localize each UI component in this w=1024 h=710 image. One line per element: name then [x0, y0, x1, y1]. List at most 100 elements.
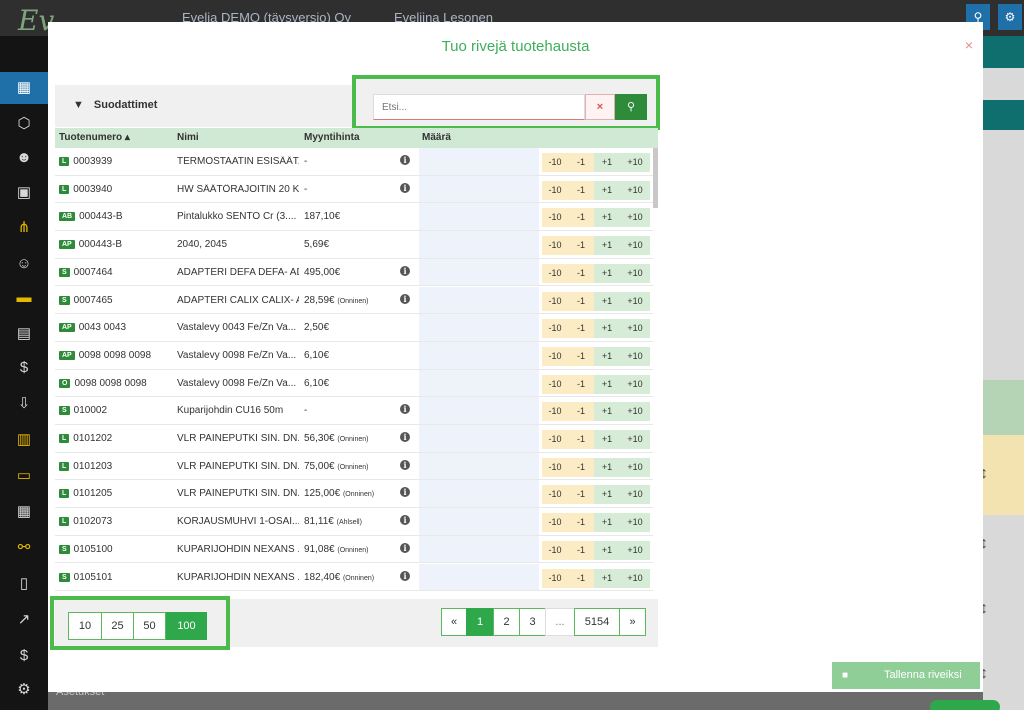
hand-dollar-icon[interactable]: $ — [14, 358, 34, 378]
plus-10-button[interactable]: +10 — [620, 208, 650, 228]
toolbox-icon[interactable]: ▬ — [14, 288, 34, 308]
sitemap-icon[interactable]: ⋔ — [14, 218, 34, 238]
minus-1-button[interactable]: -1 — [568, 346, 594, 366]
search-input[interactable] — [373, 94, 585, 120]
quantity-field[interactable] — [419, 175, 539, 203]
plus-1-button[interactable]: +1 — [594, 236, 620, 256]
column-header-name[interactable]: Nimi — [177, 132, 199, 143]
info-icon[interactable]: i — [400, 265, 410, 276]
pagination-page-1[interactable]: 1 — [466, 608, 494, 636]
column-header-quantity[interactable]: Määrä — [422, 132, 451, 143]
gear-icon[interactable]: ⚙ — [998, 4, 1022, 30]
info-icon[interactable]: i — [400, 487, 410, 498]
minus-10-button[interactable]: -10 — [542, 568, 568, 588]
plus-10-button[interactable]: +10 — [620, 263, 650, 283]
minus-10-button[interactable]: -10 — [542, 153, 568, 172]
minus-10-button[interactable]: -10 — [542, 291, 568, 311]
calendar-icon[interactable]: ▦ — [14, 502, 34, 522]
quantity-field[interactable] — [419, 341, 539, 369]
plus-1-button[interactable]: +1 — [594, 374, 620, 394]
filters-toggle[interactable]: ▼ Suodattimet — [73, 99, 157, 111]
dollar-icon[interactable]: $ — [14, 646, 34, 666]
minus-1-button[interactable]: -1 — [568, 263, 594, 283]
pagination-page-2[interactable]: 2 — [493, 608, 520, 636]
minus-10-button[interactable]: -10 — [542, 457, 568, 477]
info-icon[interactable]: i — [400, 432, 410, 442]
pagination-page-3[interactable]: 3 — [519, 608, 546, 636]
table-row[interactable]: S 0105100 KUPARIJOHDIN NEXANS ... 91,08€ (O… — [55, 535, 658, 564]
info-icon[interactable]: i — [400, 182, 410, 193]
cash-register-icon[interactable]: ▭ — [14, 466, 34, 486]
plus-10-button[interactable]: +10 — [620, 457, 650, 477]
table-row[interactable]: L 0102073 KORJAUSMUHVI 1-OSAI... 81,11€ (Ah… — [55, 508, 658, 536]
page-size-10[interactable]: 10 — [68, 612, 102, 640]
pagination-last-page[interactable]: 5154 — [574, 608, 620, 636]
hand-receive-icon[interactable]: ⇩ — [14, 394, 34, 414]
quantity-field[interactable] — [419, 203, 539, 231]
minus-10-button[interactable]: -10 — [542, 319, 568, 339]
invoice-icon[interactable]: ▤ — [14, 324, 34, 344]
file-icon[interactable]: ▯ — [14, 574, 34, 594]
table-row[interactable]: S0007465 ADAPTERI CALIX CALIX- AD... 28,59… — [55, 286, 658, 315]
plus-10-button[interactable]: +10 — [620, 346, 650, 366]
table-row[interactable]: L 0101203 VLR PAINEPUTKI SIN. DN... 75,00€ … — [55, 452, 658, 481]
quantity-field[interactable] — [419, 563, 539, 591]
table-row[interactable]: AB 000443-B Pintalukko SENTO Cr (3.... 187,… — [55, 203, 658, 232]
minus-1-button[interactable]: -1 — [568, 374, 594, 394]
plus-1-button[interactable]: +1 — [594, 346, 620, 366]
info-icon[interactable]: i — [400, 404, 410, 415]
quantity-field[interactable] — [419, 314, 539, 341]
column-header-code[interactable]: Tuotenumero ▴ — [59, 132, 130, 143]
plus-1-button[interactable]: +1 — [594, 513, 620, 533]
minus-10-button[interactable]: -10 — [542, 402, 568, 422]
plus-10-button[interactable]: +10 — [620, 319, 650, 339]
table-row[interactable]: S 0105101 KUPARIJOHDIN NEXANS ... 182,40€ (… — [55, 563, 658, 592]
minus-10-button[interactable]: -10 — [542, 513, 568, 533]
minus-1-button[interactable]: -1 — [568, 540, 594, 560]
table-scrollbar[interactable] — [653, 148, 658, 598]
pagination-prev[interactable]: « — [441, 608, 467, 636]
plus-1-button[interactable]: +1 — [594, 208, 620, 228]
table-row[interactable]: S 010002 Kuparijohdin CU16 50m - i -10 -1 +1 +10 — [55, 397, 658, 425]
info-icon[interactable]: i — [400, 542, 410, 553]
quantity-field[interactable] — [419, 286, 539, 314]
minus-10-button[interactable]: -10 — [542, 430, 568, 449]
table-row[interactable]: L 0003940 HW SÄÄTÖRAJOITIN 20 K... - i -10 -1 +… — [55, 175, 658, 204]
minus-10-button[interactable]: -10 — [542, 236, 568, 256]
plus-1-button[interactable]: +1 — [594, 180, 620, 200]
table-row[interactable]: AP 0043 0043 Vastalevy 0043 Fe/Zn Va... 2,5… — [55, 314, 658, 342]
plus-10-button[interactable]: +10 — [620, 540, 650, 560]
table-row[interactable]: O 0098 0098 0098 Vastalevy 0098 Fe/Zn Va..… — [55, 369, 658, 398]
scrollbar-thumb[interactable] — [653, 148, 658, 208]
minus-1-button[interactable]: -1 — [568, 430, 594, 449]
plus-1-button[interactable]: +1 — [594, 540, 620, 560]
plus-1-button[interactable]: +1 — [594, 291, 620, 311]
minus-10-button[interactable]: -10 — [542, 485, 568, 505]
plus-10-button[interactable]: +10 — [620, 430, 650, 449]
plus-1-button[interactable]: +1 — [594, 568, 620, 588]
page-size-25[interactable]: 25 — [101, 612, 134, 640]
plus-10-button[interactable]: +10 — [620, 236, 650, 256]
table-row[interactable]: L 0101202 VLR PAINEPUTKI SIN. DN... 56,30€ … — [55, 425, 658, 453]
table-row[interactable]: L 0003939 TERMOSTAATIN ESISÄÄT... - i -10 -1 +1… — [55, 148, 658, 176]
minus-1-button[interactable]: -1 — [568, 485, 594, 505]
plus-10-button[interactable]: +10 — [620, 180, 650, 200]
plus-10-button[interactable]: +10 — [620, 485, 650, 505]
quantity-field[interactable] — [419, 508, 539, 535]
minus-1-button[interactable]: -1 — [568, 180, 594, 200]
minus-1-button[interactable]: -1 — [568, 513, 594, 533]
cubes-icon[interactable]: ⬡ — [14, 114, 34, 134]
plus-1-button[interactable]: +1 — [594, 430, 620, 449]
plus-1-button[interactable]: +1 — [594, 485, 620, 505]
minus-10-button[interactable]: -10 — [542, 263, 568, 283]
box-icon[interactable]: ▣ — [14, 183, 34, 203]
minus-1-button[interactable]: -1 — [568, 402, 594, 422]
search-button[interactable]: ⚲ — [615, 94, 647, 120]
plus-10-button[interactable]: +10 — [620, 291, 650, 311]
minus-10-button[interactable]: -10 — [542, 180, 568, 200]
table-row[interactable]: S 0007464 ADAPTERI DEFA DEFA- AD... 495,00€… — [55, 258, 658, 287]
table-row[interactable]: AP 000443-B 2040, 2045 5,69€ -10 -1 +1 +10 — [55, 231, 658, 259]
plus-1-button[interactable]: +1 — [594, 263, 620, 283]
info-icon[interactable]: i — [400, 570, 410, 581]
ledger-icon[interactable]: ▥ — [14, 430, 34, 450]
